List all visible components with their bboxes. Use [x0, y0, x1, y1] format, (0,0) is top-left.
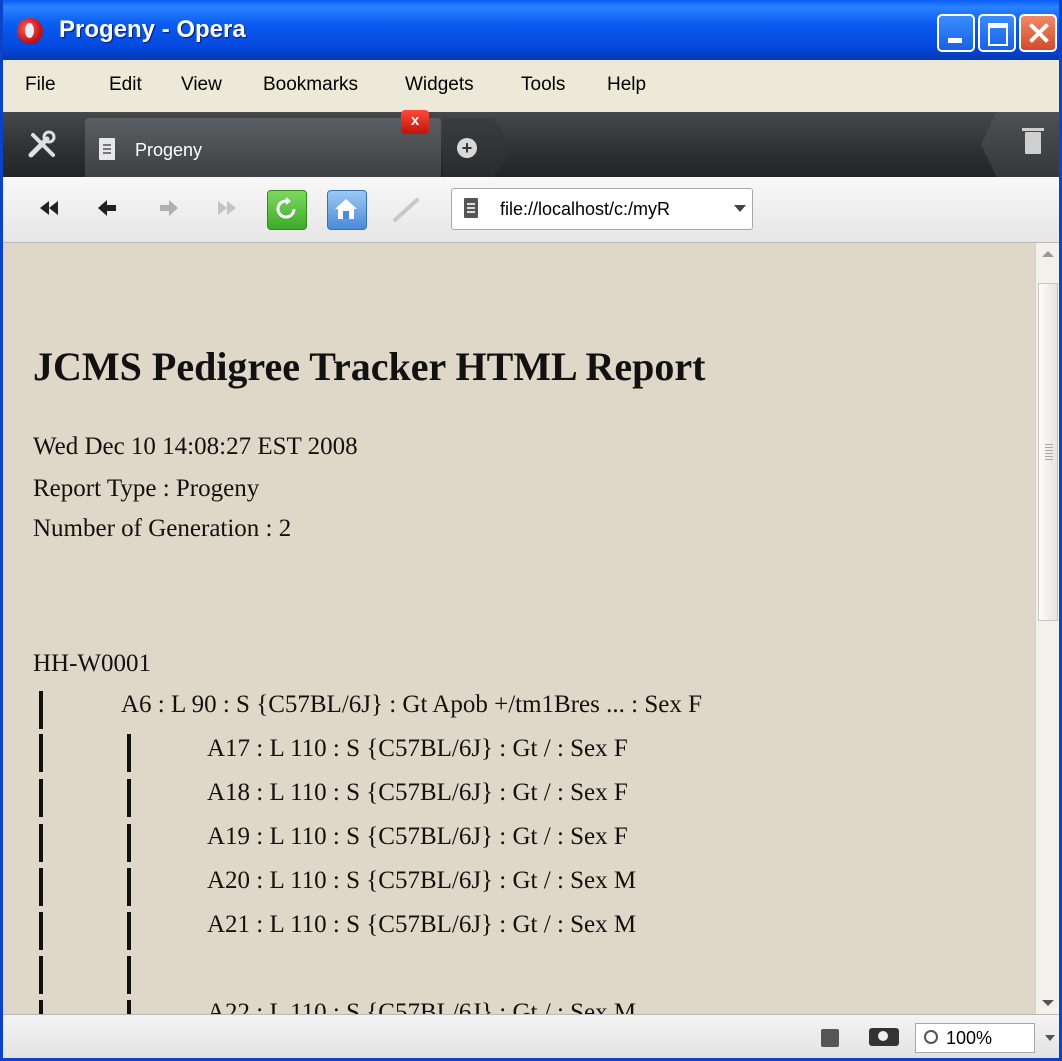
vertical-scrollbar[interactable]: [1035, 243, 1059, 1014]
back-icon: [98, 200, 116, 216]
tree-bar: [127, 956, 131, 994]
page-icon: [464, 198, 478, 218]
menu-help[interactable]: Help: [607, 74, 646, 96]
progeny-level2-item: A17 : L 110 : S {C57BL/6J} : Gt / : Sex …: [207, 735, 628, 762]
trash-icon: [1022, 128, 1044, 154]
fast-forward-icon: [218, 201, 236, 215]
tree-bar: [39, 868, 43, 906]
close-button[interactable]: [1019, 14, 1057, 52]
status-bar: 100%: [3, 1014, 1059, 1058]
menu-view[interactable]: View: [181, 74, 222, 96]
back-button[interactable]: [89, 190, 127, 228]
scroll-up-icon[interactable]: [1036, 243, 1059, 267]
tree-bar: [39, 956, 43, 994]
tree-bar: [127, 1000, 131, 1014]
tools-icon: [28, 130, 56, 158]
tab-bar: Progeny +: [3, 112, 1059, 177]
reload-button[interactable]: [267, 190, 307, 230]
tab-progeny[interactable]: Progeny: [85, 118, 441, 177]
closed-tabs-button[interactable]: [981, 112, 1059, 177]
scrollbar-thumb[interactable]: [1038, 283, 1058, 621]
window-title: Progeny - Opera: [59, 16, 246, 43]
grip-icon: [1045, 444, 1053, 460]
menu-tools[interactable]: Tools: [521, 74, 565, 96]
network-icon[interactable]: [821, 1029, 839, 1047]
rewind-button[interactable]: [31, 190, 69, 228]
address-field[interactable]: file://localhost/c:/myR: [451, 188, 753, 230]
tab-label: Progeny: [135, 140, 203, 160]
progeny-level2-item: A21 : L 110 : S {C57BL/6J} : Gt / : Sex …: [207, 911, 637, 938]
report-type: Report Type : Progeny: [33, 475, 260, 502]
tree-bar: [39, 824, 43, 862]
tree-bar: [39, 691, 43, 729]
address-text[interactable]: file://localhost/c:/myR: [500, 199, 718, 220]
scroll-down-icon[interactable]: [1036, 990, 1059, 1014]
title-bar: Progeny - Opera: [3, 0, 1059, 60]
tree-bar: [127, 824, 131, 862]
progeny-level2-item: A22 : L 110 : S {C57BL/6J} : Gt / : Sex …: [207, 999, 637, 1014]
fast-forward-button[interactable]: [209, 190, 247, 228]
minimize-button[interactable]: [937, 14, 975, 52]
panel-toggle-button[interactable]: [3, 112, 83, 177]
rewind-icon: [40, 201, 58, 215]
forward-button[interactable]: [151, 190, 189, 228]
opera-logo-icon: [17, 18, 43, 44]
menu-bookmarks[interactable]: Bookmarks: [263, 74, 358, 96]
magnifier-icon: [924, 1030, 938, 1044]
zoom-dropdown-icon[interactable]: [1045, 1035, 1055, 1041]
new-tab-button[interactable]: +: [443, 118, 513, 177]
browser-window: Progeny - Opera File Edit View Bookmarks…: [0, 0, 1062, 1061]
progeny-level2-item: A19 : L 110 : S {C57BL/6J} : Gt / : Sex …: [207, 823, 628, 850]
wand-icon: [393, 198, 419, 222]
zoom-control[interactable]: 100%: [915, 1023, 1035, 1053]
document-icon: [99, 138, 115, 160]
tree-bar: [127, 868, 131, 906]
report-generations: Number of Generation : 2: [33, 515, 292, 542]
tree-bar: [127, 912, 131, 950]
menu-file[interactable]: File: [25, 74, 56, 96]
home-button[interactable]: [327, 190, 367, 230]
progeny-level2-item: A18 : L 110 : S {C57BL/6J} : Gt / : Sex …: [207, 779, 628, 806]
wand-button[interactable]: [389, 190, 427, 228]
camera-icon[interactable]: [869, 1028, 899, 1046]
page-content: JCMS Pedigree Tracker HTML Report Wed De…: [3, 243, 1035, 1014]
navigation-toolbar: file://localhost/c:/myR: [3, 177, 1059, 243]
tree-bar: [39, 912, 43, 950]
new-tab-icon: +: [457, 138, 477, 158]
menu-bar: File Edit View Bookmarks Widgets Tools H…: [3, 60, 1059, 113]
home-icon: [335, 199, 357, 219]
tree-bar: [127, 779, 131, 817]
root-animal: HH-W0001: [33, 650, 152, 677]
report-date: Wed Dec 10 14:08:27 EST 2008: [33, 433, 358, 460]
report-title: JCMS Pedigree Tracker HTML Report: [33, 344, 706, 389]
maximize-button[interactable]: [978, 14, 1016, 52]
dropdown-icon[interactable]: [734, 205, 746, 212]
forward-icon: [160, 200, 178, 216]
menu-widgets[interactable]: Widgets: [405, 74, 474, 96]
tree-bar: [39, 779, 43, 817]
tree-bar: [39, 734, 43, 772]
tree-bar: [39, 1000, 43, 1014]
progeny-level1: A6 : L 90 : S {C57BL/6J} : Gt Apob +/tm1…: [121, 691, 702, 718]
progeny-level2-item: A20 : L 110 : S {C57BL/6J} : Gt / : Sex …: [207, 867, 637, 894]
reload-icon: [276, 197, 296, 219]
tree-bar: [127, 734, 131, 772]
zoom-level: 100%: [946, 1028, 993, 1048]
close-tab-icon[interactable]: x: [401, 110, 429, 134]
menu-edit[interactable]: Edit: [109, 74, 142, 96]
